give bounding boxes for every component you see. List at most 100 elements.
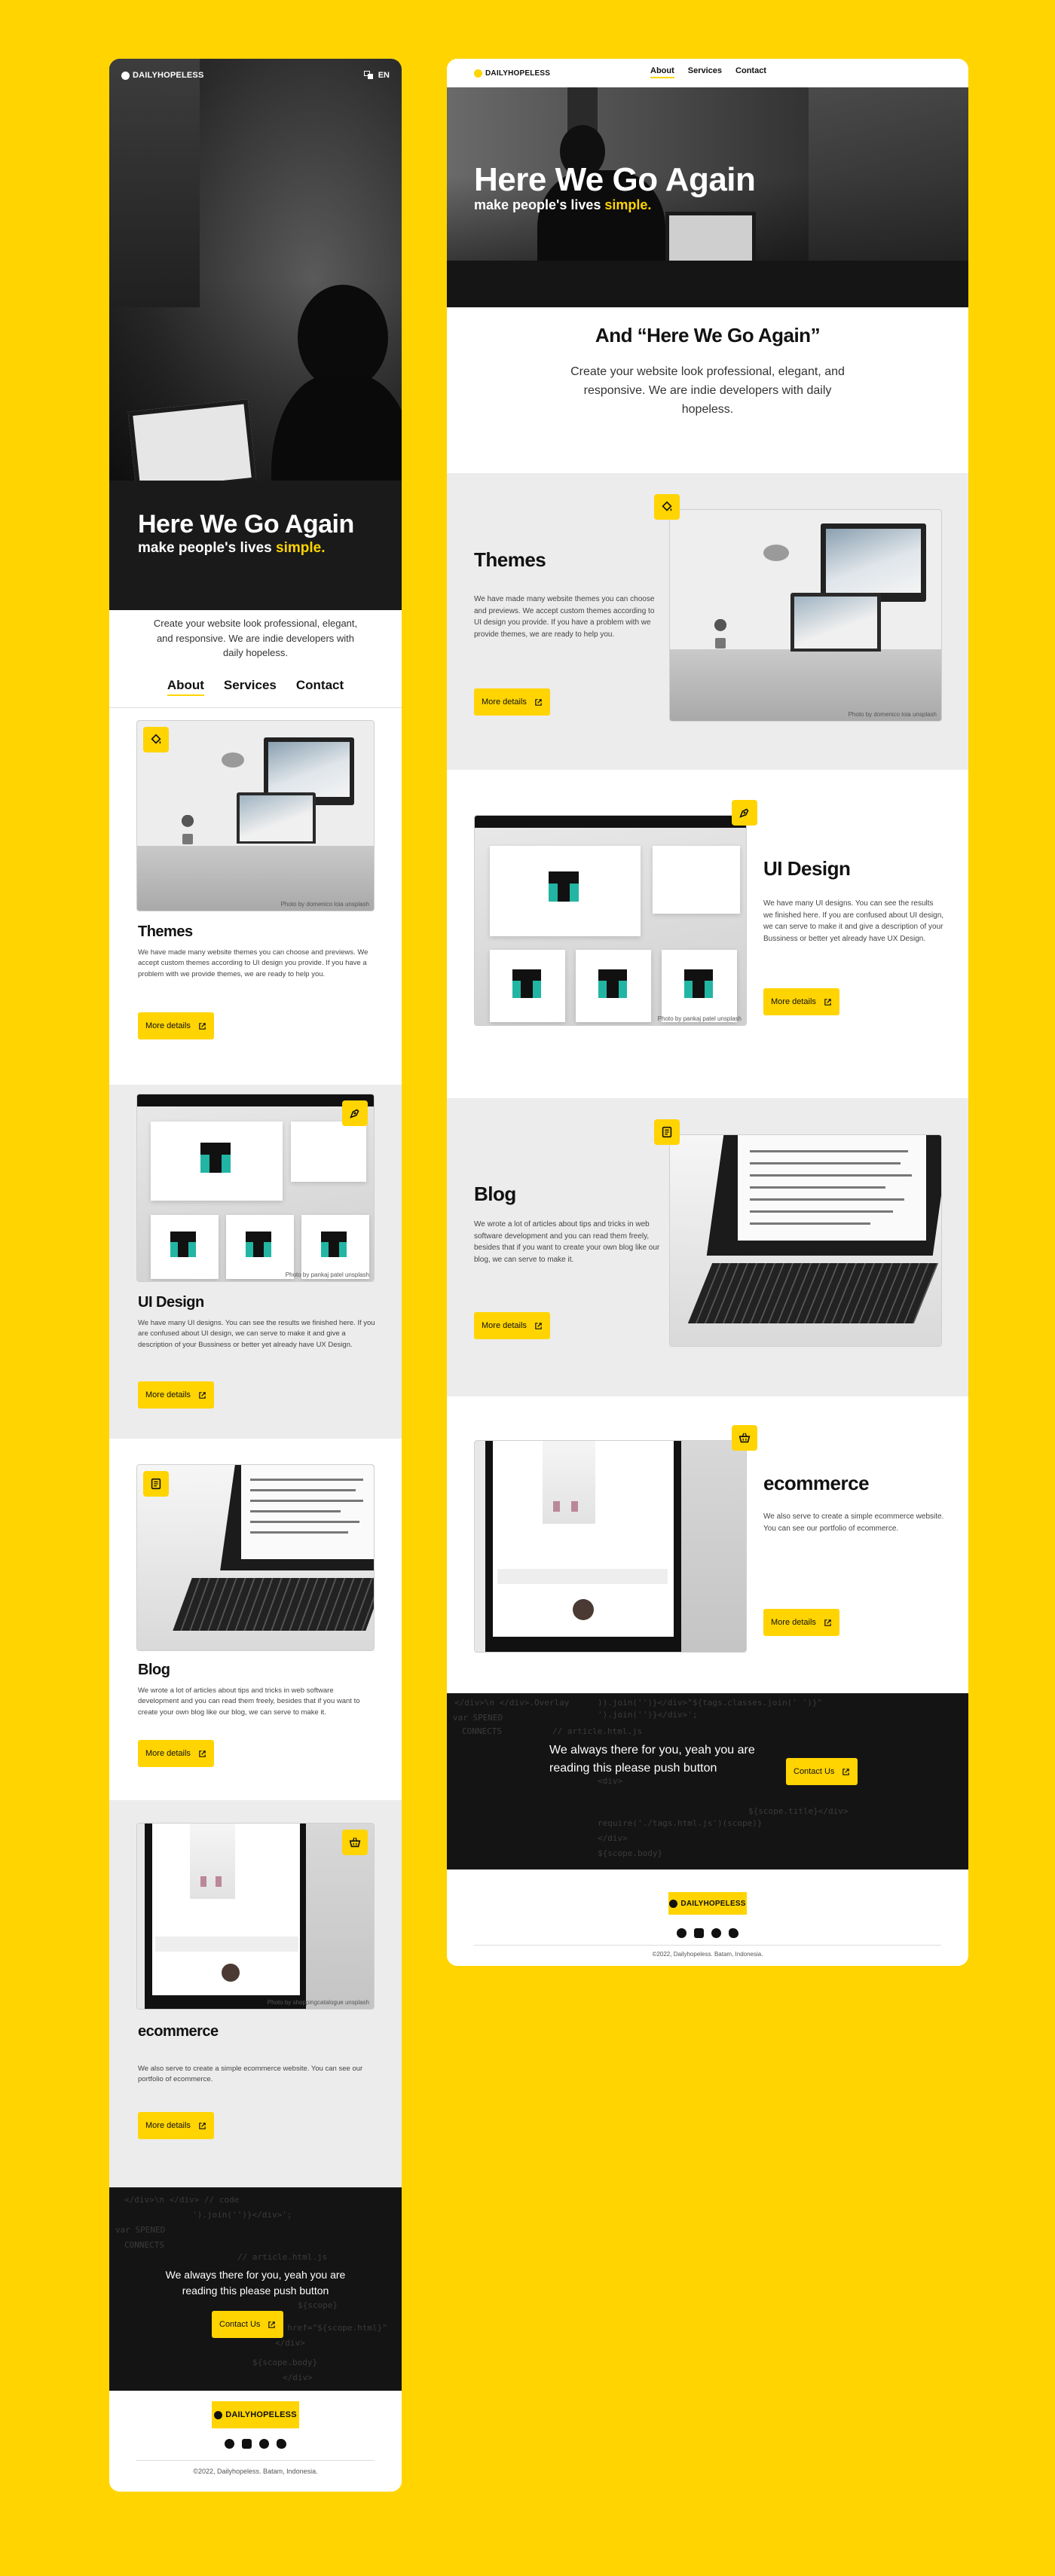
- nav-contact[interactable]: Contact: [735, 66, 766, 78]
- desktop-intro: And “Here We Go Again” Create your websi…: [447, 307, 968, 473]
- mobile-hero-text: Here We Go Again make people's lives sim…: [138, 510, 354, 557]
- mobile-hero: DAILYHOPELESS EN Here We Go Again make p…: [109, 59, 402, 610]
- footer-logo[interactable]: DAILYHOPELESS: [212, 2401, 299, 2428]
- nav-about[interactable]: About: [167, 678, 204, 696]
- ecommerce-badge: [342, 1830, 368, 1855]
- instagram-icon[interactable]: [242, 2439, 252, 2449]
- ecommerce-badge: [732, 1425, 757, 1451]
- blog-title: Blog: [138, 1662, 170, 1678]
- github-icon[interactable]: [225, 2439, 234, 2449]
- desktop-topbar: DAILYHOPELESS About Services Contact: [447, 59, 968, 87]
- blog-image: [136, 1464, 375, 1651]
- basket-icon: [738, 1433, 751, 1443]
- desktop-hero-text: Here We Go Again make people's lives sim…: [474, 161, 756, 213]
- footer-logo[interactable]: DAILYHOPELESS: [668, 1892, 747, 1915]
- footer-divider: [136, 2460, 375, 2461]
- themes-text: We have made many website themes you can…: [138, 948, 368, 978]
- themes-more-button[interactable]: More details: [138, 1012, 214, 1039]
- contact-us-button[interactable]: Contact Us: [786, 1758, 858, 1785]
- themes-image: Photo by domenico loia unsplash: [669, 509, 942, 722]
- logo-mark-icon: [121, 71, 130, 80]
- desktop-section-ui: Photo by pankaj patel unsplash UI Design…: [447, 770, 968, 1098]
- laptop-illustration: [790, 593, 881, 652]
- document-icon: [151, 1478, 161, 1490]
- twitter-icon[interactable]: [277, 2439, 286, 2449]
- external-link-icon: [268, 2321, 276, 2328]
- desktop-section-ecommerce: ecommerce We also serve to create a simp…: [447, 1396, 968, 1693]
- hero-subtitle: make people's lives simple.: [474, 197, 652, 213]
- themes-text: We have made many website themes you can…: [474, 595, 655, 639]
- paint-bucket-icon: [151, 734, 161, 744]
- mobile-mockup: DAILYHOPELESS EN Here We Go Again make p…: [109, 59, 402, 2492]
- pen-nib-icon: [350, 1109, 359, 1119]
- logo[interactable]: DAILYHOPELESS: [474, 69, 550, 78]
- logo-mark-icon: [214, 2410, 223, 2419]
- logo[interactable]: DAILYHOPELESS: [121, 71, 204, 80]
- blog-badge: [143, 1471, 169, 1497]
- external-link-icon: [824, 998, 831, 1006]
- facebook-icon[interactable]: [711, 1928, 721, 1938]
- ui-text: We have many UI designs. You can see the…: [763, 899, 944, 943]
- ecommerce-text: We also serve to create a simple ecommer…: [763, 1512, 944, 1533]
- ecommerce-image: Photo by shoppingcatalogue unsplash: [136, 1823, 375, 2010]
- social-links: [109, 2439, 402, 2449]
- hero-title: Here We Go Again: [474, 161, 756, 198]
- themes-title: Themes: [474, 548, 546, 571]
- copyright: ©2022, Dailyhopeless. Batam, Indonesia.: [193, 2468, 318, 2475]
- ui-image: Photo by pankaj patel unsplash: [136, 1094, 375, 1282]
- contact-us-button[interactable]: Contact Us: [212, 2311, 284, 2338]
- ui-image: Photo by pankaj patel unsplash: [474, 815, 747, 1026]
- mobile-section-themes: Photo by domenico loia unsplash Themes W…: [109, 708, 402, 1085]
- nav-services[interactable]: Services: [688, 66, 722, 78]
- lang-switch[interactable]: EN: [378, 71, 390, 80]
- external-link-icon: [842, 1768, 850, 1775]
- nav-about[interactable]: About: [650, 66, 674, 78]
- mobile-nav: About Services Contact: [109, 678, 402, 696]
- blog-text: We wrote a lot of articles about tips an…: [138, 1686, 360, 1717]
- document-icon: [662, 1126, 672, 1138]
- desktop-cta: </div>\n </div>.Overlay )).join('')}</di…: [447, 1693, 968, 1869]
- blog-more-button[interactable]: More details: [138, 1740, 214, 1767]
- themes-more-button[interactable]: More details: [474, 688, 550, 716]
- desktop-nav: About Services Contact: [650, 66, 766, 78]
- laptop-illustration: [237, 792, 316, 844]
- basket-icon: [349, 1837, 361, 1848]
- external-link-icon: [199, 2122, 206, 2129]
- blog-more-button[interactable]: More details: [474, 1312, 550, 1339]
- facebook-icon[interactable]: [259, 2439, 269, 2449]
- ui-title: UI Design: [138, 1294, 204, 1311]
- github-icon[interactable]: [677, 1928, 687, 1938]
- desktop-section-themes: Themes We have made many website themes …: [447, 473, 968, 770]
- ui-badge: [732, 800, 757, 826]
- hero-title: Here We Go Again: [138, 510, 354, 539]
- themes-badge: [654, 494, 680, 520]
- paint-bucket-icon: [662, 501, 672, 511]
- nav-contact[interactable]: Contact: [296, 678, 344, 696]
- mobile-section-ui: Photo by pankaj patel unsplash UI Design…: [109, 1085, 402, 1439]
- blog-badge: [654, 1119, 680, 1145]
- translate-icon[interactable]: [363, 71, 374, 80]
- themes-image: Photo by domenico loia unsplash: [136, 720, 375, 911]
- themes-title: Themes: [138, 923, 193, 940]
- nav-services[interactable]: Services: [224, 678, 277, 696]
- desktop-mockup: DAILYHOPELESS About Services Contact Her…: [447, 59, 968, 1966]
- themes-badge: [143, 727, 169, 752]
- ecommerce-more-button[interactable]: More details: [138, 2112, 214, 2139]
- ui-more-button[interactable]: More details: [138, 1381, 214, 1409]
- blog-image: [669, 1134, 942, 1347]
- ui-more-button[interactable]: More details: [763, 988, 839, 1015]
- twitter-icon[interactable]: [729, 1928, 738, 1938]
- external-link-icon: [199, 1750, 206, 1757]
- cta-text: We always there for you, yeah you are re…: [549, 1744, 755, 1775]
- external-link-icon: [535, 698, 542, 706]
- ui-badge: [342, 1100, 368, 1126]
- ecommerce-title: ecommerce: [763, 1472, 870, 1494]
- hero-subtitle: make people's lives simple.: [138, 540, 326, 557]
- mobile-topbar: DAILYHOPELESS EN: [109, 59, 402, 92]
- ecommerce-more-button[interactable]: More details: [763, 1609, 839, 1636]
- external-link-icon: [535, 1322, 542, 1329]
- ecommerce-title: ecommerce: [138, 2023, 219, 2040]
- logo-mark-icon: [669, 1899, 678, 1908]
- instagram-icon[interactable]: [694, 1928, 704, 1938]
- mobile-section-ecommerce: Photo by shoppingcatalogue unsplash ecom…: [109, 1800, 402, 2187]
